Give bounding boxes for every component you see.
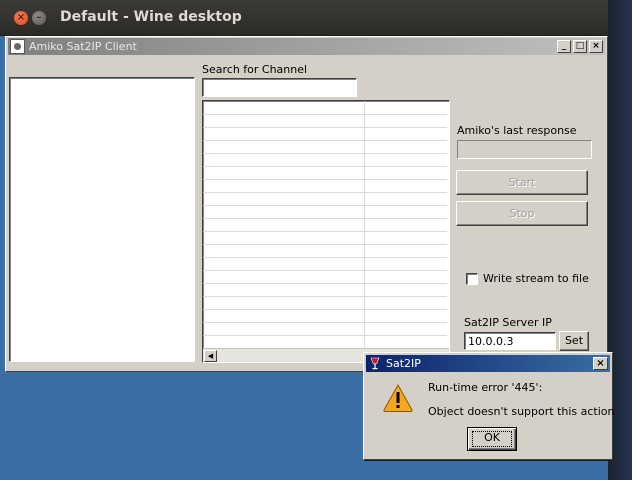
wine-desktop-titlebar: × – Default - Wine desktop — [0, 0, 632, 36]
app-titlebar: Amiko Sat2IP Client _ □ × — [8, 38, 605, 55]
grid-row-line — [203, 322, 447, 323]
error-message-line2: Object doesn't support this action — [428, 405, 615, 418]
amiko-main-window: Amiko Sat2IP Client _ □ × Search for Cha… — [5, 36, 608, 372]
grid-row-line — [203, 309, 447, 310]
grid-row-line — [203, 127, 447, 128]
last-response-field — [457, 140, 592, 159]
grid-row-line — [203, 140, 447, 141]
grid-row-line — [203, 205, 447, 206]
error-dialog: Sat2IP × Run-time error '445': Object do… — [363, 352, 615, 460]
grid-row-line — [203, 166, 447, 167]
error-message-line1: Run-time error '445': — [428, 381, 543, 394]
channel-list[interactable] — [9, 77, 195, 362]
app-close-button[interactable]: × — [589, 40, 603, 53]
write-stream-checkbox[interactable] — [466, 273, 478, 285]
start-button[interactable]: Start — [456, 170, 588, 195]
app-icon — [10, 39, 25, 54]
ok-button-label: OK — [484, 431, 500, 444]
last-response-label: Amiko's last response — [457, 124, 577, 137]
ok-button[interactable]: OK — [467, 427, 517, 451]
grid-row-line — [203, 114, 447, 115]
grid-row-line — [203, 179, 447, 180]
grid-row-line — [203, 231, 447, 232]
grid-row-line — [203, 335, 447, 336]
desktop-title: Default - Wine desktop — [60, 9, 242, 25]
desktop-close-button[interactable]: × — [14, 11, 28, 25]
grid-row-line — [203, 218, 447, 219]
grid-row-line — [203, 283, 447, 284]
dialog-close-button[interactable]: × — [593, 357, 608, 370]
wine-glass-icon — [370, 357, 380, 370]
grid-row-line — [203, 296, 447, 297]
dialog-titlebar: Sat2IP × — [366, 355, 610, 372]
server-ip-label: Sat2IP Server IP — [464, 316, 552, 329]
search-label: Search for Channel — [202, 63, 308, 76]
channel-grid[interactable]: ◀ — [202, 100, 450, 363]
grid-column-divider — [364, 101, 365, 348]
stop-button[interactable]: Stop — [456, 201, 588, 226]
scroll-left-arrow[interactable]: ◀ — [204, 350, 217, 362]
app-title: Amiko Sat2IP Client — [29, 40, 137, 53]
warning-icon — [383, 383, 413, 412]
dialog-title: Sat2IP — [386, 357, 421, 370]
grid-row-line — [203, 153, 447, 154]
grid-row-line — [203, 244, 447, 245]
desktop-minimize-button[interactable]: – — [32, 11, 46, 25]
grid-row-line — [203, 192, 447, 193]
search-input[interactable] — [202, 78, 357, 97]
server-ip-input[interactable] — [464, 332, 556, 350]
set-button[interactable]: Set — [559, 331, 589, 351]
write-stream-label: Write stream to file — [483, 272, 589, 285]
grid-row-line — [203, 257, 447, 258]
app-minimize-button[interactable]: _ — [557, 40, 571, 53]
app-maximize-button[interactable]: □ — [573, 40, 587, 53]
grid-row-line — [203, 270, 447, 271]
